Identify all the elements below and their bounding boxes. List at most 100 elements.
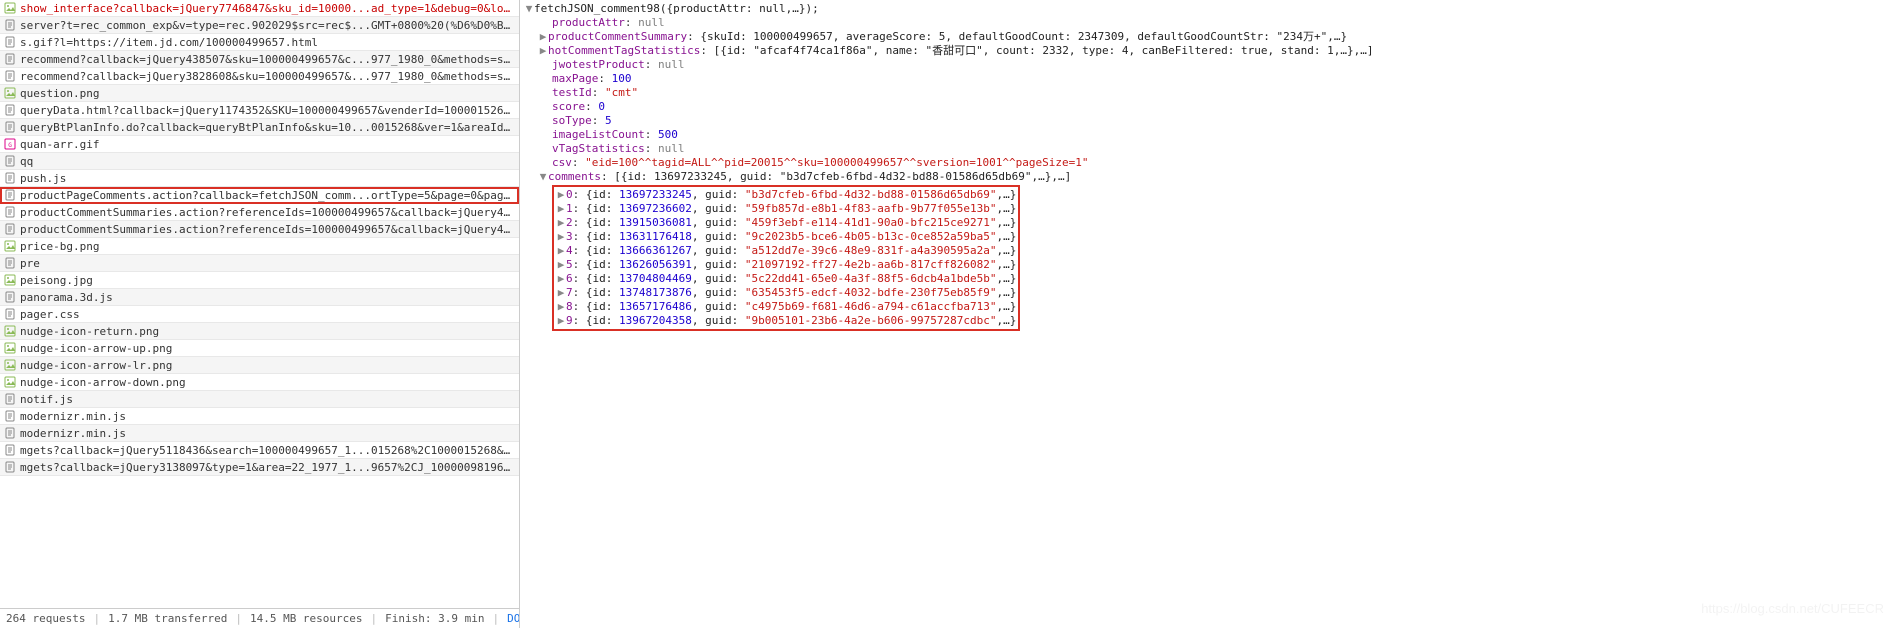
preview-comment-item[interactable]: ▶5: {id: 13626056391, guid: "21097192-ff… [556, 258, 1016, 272]
document-icon [4, 36, 16, 48]
network-row[interactable]: price-bg.png [0, 238, 519, 255]
chevron-down-icon[interactable]: ▼ [524, 2, 534, 16]
preview-panel: ▼fetchJSON_comment98({productAttr: null,… [520, 0, 1896, 628]
chevron-right-icon[interactable]: ▶ [556, 202, 566, 216]
image-icon [4, 274, 16, 286]
preview-property[interactable]: score: 0 [552, 100, 1892, 114]
network-row[interactable]: modernizr.min.js [0, 425, 519, 442]
network-row[interactable]: nudge-icon-arrow-down.png [0, 374, 519, 391]
image-icon [4, 325, 16, 337]
network-row[interactable]: show_interface?callback=jQuery7746847&sk… [0, 0, 519, 17]
network-row[interactable]: mgets?callback=jQuery3138097&type=1&area… [0, 459, 519, 476]
preview-property[interactable]: productAttr: null [552, 16, 1892, 30]
chevron-right-icon[interactable]: ▶ [538, 44, 548, 58]
footer-transferred: 1.7 MB transferred [108, 612, 227, 625]
network-row-name: mgets?callback=jQuery3138097&type=1&area… [20, 461, 515, 474]
network-row-name: nudge-icon-return.png [20, 325, 515, 338]
preview-comment-item[interactable]: ▶2: {id: 13915036081, guid: "459f3ebf-e1… [556, 216, 1016, 230]
network-row[interactable]: modernizr.min.js [0, 408, 519, 425]
network-row[interactable]: queryData.html?callback=jQuery1174352&SK… [0, 102, 519, 119]
network-row[interactable]: productCommentSummaries.action?reference… [0, 204, 519, 221]
chevron-right-icon[interactable]: ▶ [556, 188, 566, 202]
image-icon [4, 342, 16, 354]
svg-text:G: G [8, 142, 12, 149]
preview-comment-item[interactable]: ▶8: {id: 13657176486, guid: "c4975b69-f6… [556, 300, 1016, 314]
preview-root[interactable]: ▼fetchJSON_comment98({productAttr: null,… [524, 2, 1892, 16]
chevron-right-icon[interactable]: ▶ [538, 30, 548, 44]
preview-hot-tags[interactable]: ▶hotCommentTagStatistics: [{id: "afcaf4f… [538, 44, 1892, 58]
network-row-name: peisong.jpg [20, 274, 515, 287]
network-row[interactable]: productPageComments.action?callback=fetc… [0, 187, 519, 204]
chevron-right-icon[interactable]: ▶ [556, 258, 566, 272]
preview-property[interactable]: soType: 5 [552, 114, 1892, 128]
network-row[interactable]: pager.css [0, 306, 519, 323]
image-icon [4, 359, 16, 371]
preview-comments-header[interactable]: ▼comments: [{id: 13697233245, guid: "b3d… [538, 170, 1892, 184]
preview-property[interactable]: testId: "cmt" [552, 86, 1892, 100]
network-row[interactable]: nudge-icon-arrow-lr.png [0, 357, 519, 374]
network-row[interactable]: nudge-icon-arrow-up.png [0, 340, 519, 357]
network-row[interactable]: queryBtPlanInfo.do?callback=queryBtPlanI… [0, 119, 519, 136]
image-icon [4, 240, 16, 252]
network-row[interactable]: pre [0, 255, 519, 272]
preview-property[interactable]: jwotestProduct: null [552, 58, 1892, 72]
network-row-name: nudge-icon-arrow-lr.png [20, 359, 515, 372]
network-row[interactable]: server?t=rec_common_exp&v=type=rec.90202… [0, 17, 519, 34]
preview-comment-item[interactable]: ▶3: {id: 13631176418, guid: "9c2023b5-bc… [556, 230, 1016, 244]
footer-resources: 14.5 MB resources [250, 612, 363, 625]
document-icon [4, 53, 16, 65]
network-row[interactable]: nudge-icon-return.png [0, 323, 519, 340]
chevron-right-icon[interactable]: ▶ [556, 314, 566, 328]
network-row-name: server?t=rec_common_exp&v=type=rec.90202… [20, 19, 515, 32]
network-footer: 264 requests | 1.7 MB transferred | 14.5… [0, 608, 519, 628]
network-row[interactable]: push.js [0, 170, 519, 187]
preview-comment-item[interactable]: ▶0: {id: 13697233245, guid: "b3d7cfeb-6f… [556, 188, 1016, 202]
network-row-name: mgets?callback=jQuery5118436&search=1000… [20, 444, 515, 457]
chevron-right-icon[interactable]: ▶ [556, 244, 566, 258]
chevron-right-icon[interactable]: ▶ [556, 230, 566, 244]
network-row-name: notif.js [20, 393, 515, 406]
image-icon [4, 87, 16, 99]
image-icon: G [4, 138, 16, 150]
preview-property[interactable]: imageListCount: 500 [552, 128, 1892, 142]
network-row-name: panorama.3d.js [20, 291, 515, 304]
network-row[interactable]: panorama.3d.js [0, 289, 519, 306]
network-row[interactable]: notif.js [0, 391, 519, 408]
network-row-name: s.gif?l=https://item.jd.com/100000499657… [20, 36, 515, 49]
network-row-name: recommend?callback=jQuery438507&sku=1000… [20, 53, 515, 66]
chevron-down-icon[interactable]: ▼ [538, 170, 548, 184]
network-row-name: qq [20, 155, 515, 168]
preview-comment-item[interactable]: ▶9: {id: 13967204358, guid: "9b005101-23… [556, 314, 1016, 328]
preview-comment-item[interactable]: ▶1: {id: 13697236602, guid: "59fb857d-e8… [556, 202, 1016, 216]
preview-comment-item[interactable]: ▶4: {id: 13666361267, guid: "a512dd7e-39… [556, 244, 1016, 258]
network-row[interactable]: mgets?callback=jQuery5118436&search=1000… [0, 442, 519, 459]
image-icon [4, 2, 16, 14]
network-row[interactable]: recommend?callback=jQuery438507&sku=1000… [0, 51, 519, 68]
document-icon [4, 104, 16, 116]
network-row[interactable]: s.gif?l=https://item.jd.com/100000499657… [0, 34, 519, 51]
preview-property[interactable]: vTagStatistics: null [552, 142, 1892, 156]
chevron-right-icon[interactable]: ▶ [556, 216, 566, 230]
document-icon [4, 223, 16, 235]
network-row[interactable]: peisong.jpg [0, 272, 519, 289]
chevron-right-icon[interactable]: ▶ [556, 300, 566, 314]
preview-product-comment-summary[interactable]: ▶productCommentSummary: {skuId: 10000049… [538, 30, 1892, 44]
network-row[interactable]: productCommentSummaries.action?reference… [0, 221, 519, 238]
document-icon [4, 121, 16, 133]
network-row[interactable]: recommend?callback=jQuery3828608&sku=100… [0, 68, 519, 85]
chevron-right-icon[interactable]: ▶ [556, 286, 566, 300]
network-row[interactable]: Gquan-arr.gif [0, 136, 519, 153]
network-row-name: recommend?callback=jQuery3828608&sku=100… [20, 70, 515, 83]
preview-property[interactable]: maxPage: 100 [552, 72, 1892, 86]
network-row-name: productPageComments.action?callback=fetc… [20, 189, 515, 202]
document-icon [4, 393, 16, 405]
chevron-right-icon[interactable]: ▶ [556, 272, 566, 286]
network-row-name: question.png [20, 87, 515, 100]
network-row[interactable]: qq [0, 153, 519, 170]
network-row[interactable]: question.png [0, 85, 519, 102]
document-icon [4, 206, 16, 218]
preview-comment-item[interactable]: ▶7: {id: 13748173876, guid: "635453f5-ed… [556, 286, 1016, 300]
footer-dcl: DOMContentLoaded: 814 ms [507, 612, 520, 625]
preview-property[interactable]: csv: "eid=100^^tagid=ALL^^pid=20015^^sku… [552, 156, 1892, 170]
preview-comment-item[interactable]: ▶6: {id: 13704804469, guid: "5c22dd41-65… [556, 272, 1016, 286]
